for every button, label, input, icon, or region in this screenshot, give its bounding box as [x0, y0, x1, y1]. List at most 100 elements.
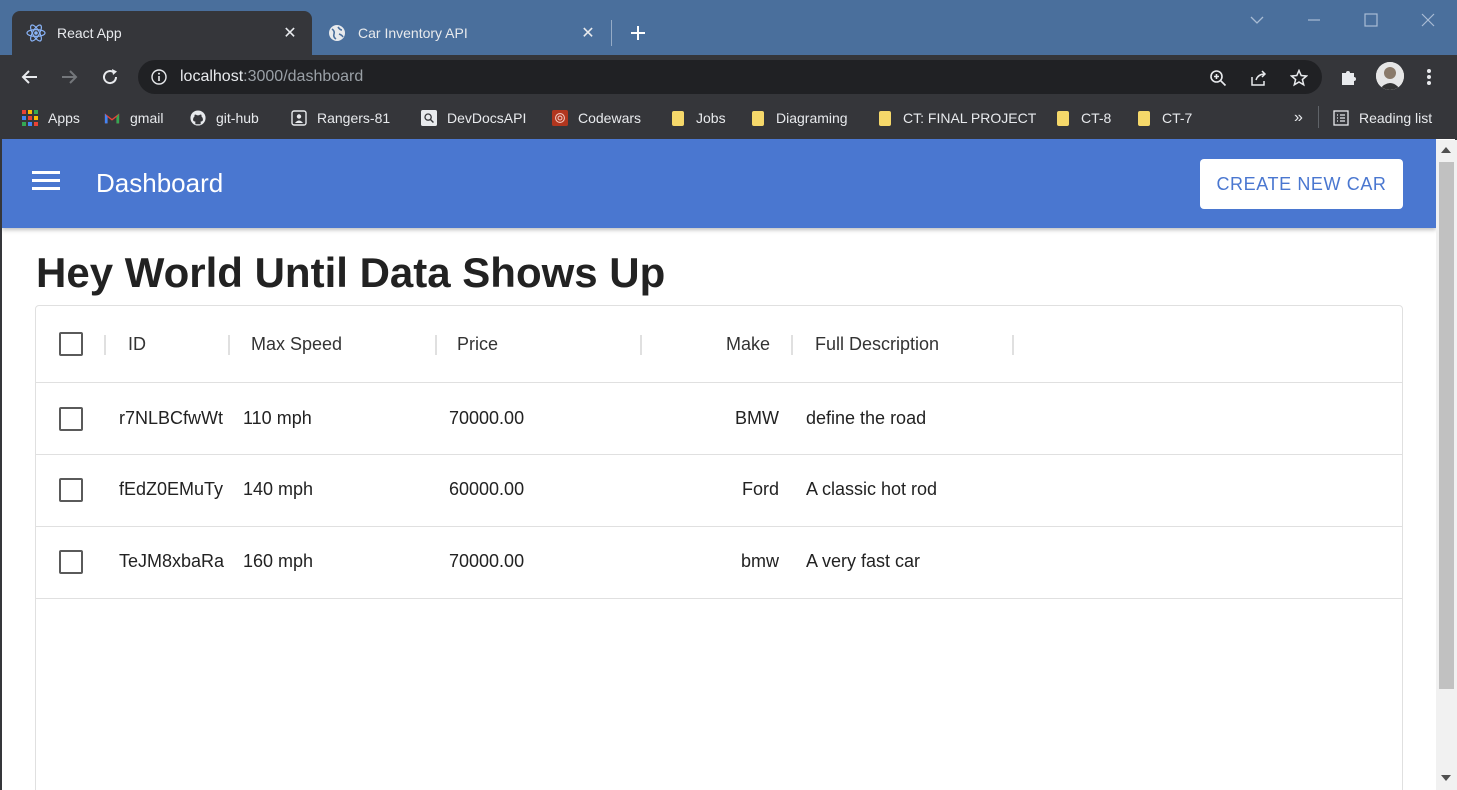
- arrow-right-icon: [62, 70, 78, 84]
- extensions-button[interactable]: [1335, 63, 1363, 91]
- column-separator[interactable]: [1012, 335, 1014, 355]
- grid-header: ID Max Speed Price Make Full Description: [36, 306, 1402, 383]
- cell-make: BMW: [735, 408, 779, 428]
- close-tab-icon[interactable]: ✕: [280, 23, 300, 43]
- table-row[interactable]: fEdZ0EMuTy 140 mph 60000.00 Ford A class…: [36, 455, 1402, 527]
- bookmarks-bar: Apps gmail git-hub Rangers-81 DevDocsAPI…: [0, 99, 1457, 137]
- maximize-button[interactable]: [1351, 5, 1391, 35]
- minimize-button[interactable]: [1294, 5, 1334, 35]
- tab-react-app[interactable]: React App ✕: [12, 11, 312, 55]
- share-icon[interactable]: [1248, 67, 1270, 89]
- bookmark-gmail[interactable]: gmail: [104, 107, 163, 129]
- bookmark-ct-final-project[interactable]: CT: FINAL PROJECT: [877, 107, 1036, 129]
- bookmark-rangers-81[interactable]: Rangers-81: [291, 107, 390, 129]
- bookmark-label: Codewars: [578, 110, 642, 126]
- cell-description: define the road: [806, 408, 927, 428]
- row-checkbox[interactable]: [59, 407, 83, 431]
- profile-avatar[interactable]: [1376, 62, 1404, 90]
- row-checkbox[interactable]: [59, 478, 83, 502]
- bookmark-devdocsapi[interactable]: DevDocsAPI: [421, 107, 526, 129]
- bookmark-ct-7[interactable]: CT-7: [1136, 107, 1192, 129]
- browser-menu-button[interactable]: [1415, 63, 1443, 91]
- table-row[interactable]: TeJM8xbaRa 160 mph 70000.00 bmw A very f…: [36, 527, 1402, 599]
- bookmark-label: CT: FINAL PROJECT: [903, 110, 1037, 126]
- bookmark-git-hub[interactable]: git-hub: [190, 107, 259, 129]
- url-text: localhost:3000/dashboard: [180, 68, 363, 86]
- bookmark-apps[interactable]: Apps: [22, 107, 80, 129]
- page-scrollbar[interactable]: [1436, 140, 1457, 790]
- cell-description: A very fast car: [806, 551, 921, 571]
- tab-car-inventory-api[interactable]: Car Inventory API ✕: [313, 11, 610, 55]
- bookmark-ct-8[interactable]: CT-8: [1055, 107, 1111, 129]
- forward-button[interactable]: [55, 63, 83, 91]
- cell-id: r7NLBCfwWt: [119, 408, 224, 428]
- column-separator[interactable]: [104, 335, 106, 355]
- minimize-icon: [1308, 19, 1320, 21]
- column-header-max-speed[interactable]: Max Speed: [251, 334, 342, 355]
- column-separator[interactable]: [435, 335, 437, 355]
- folder-icon: [877, 110, 893, 126]
- browser-title-bar: React App ✕ Car Inventory API ✕: [0, 0, 1457, 55]
- table-row[interactable]: r7NLBCfwWt 110 mph 70000.00 BMW define t…: [36, 383, 1402, 455]
- menu-icon[interactable]: [32, 171, 60, 195]
- cell-max-speed: 140 mph: [243, 479, 314, 499]
- column-header-price[interactable]: Price: [457, 334, 498, 355]
- arrow-left-icon: [21, 70, 37, 84]
- reading-list-label: Reading list: [1359, 110, 1433, 126]
- column-header-make[interactable]: Make: [642, 334, 770, 355]
- url-host: localhost: [180, 68, 244, 85]
- select-all-checkbox[interactable]: [59, 332, 83, 356]
- scroll-up-arrow-icon[interactable]: [1441, 147, 1451, 153]
- address-bar[interactable]: localhost:3000/dashboard: [138, 60, 1322, 94]
- bookmark-jobs[interactable]: Jobs: [670, 107, 726, 129]
- folder-icon: [1136, 110, 1152, 126]
- new-tab-button[interactable]: [624, 20, 652, 46]
- tab-title: React App: [57, 25, 122, 41]
- folder-icon: [670, 110, 686, 126]
- scroll-down-arrow-icon[interactable]: [1441, 775, 1451, 781]
- scrollbar-thumb[interactable]: [1439, 162, 1454, 689]
- tab-title: Car Inventory API: [358, 25, 468, 41]
- info-icon[interactable]: [151, 69, 167, 85]
- bookmark-label: DevDocsAPI: [447, 110, 527, 126]
- zoom-icon[interactable]: [1207, 67, 1229, 89]
- create-new-car-button[interactable]: CREATE NEW CAR: [1200, 159, 1403, 209]
- tab-divider: [611, 20, 612, 46]
- page-heading: Hey World Until Data Shows Up: [36, 249, 666, 296]
- cell-price: 60000.00: [449, 479, 525, 499]
- reload-button[interactable]: [96, 63, 124, 91]
- reload-icon: [103, 69, 118, 85]
- bookmark-label: CT-7: [1162, 110, 1193, 126]
- cell-make: bmw: [740, 551, 779, 571]
- bookmark-label: Apps: [48, 110, 80, 126]
- close-icon: [1421, 13, 1435, 27]
- close-window-button[interactable]: [1408, 5, 1448, 35]
- tab-search-button[interactable]: [1237, 5, 1277, 35]
- maximize-icon: [1364, 13, 1378, 27]
- url-path: :3000/dashboard: [243, 68, 364, 85]
- bookmark-label: gmail: [130, 110, 164, 126]
- more-vert-icon: [1427, 69, 1431, 85]
- cell-id: fEdZ0EMuTy: [119, 479, 224, 499]
- globe-icon: [327, 23, 347, 43]
- column-header-full-description[interactable]: Full Description: [815, 334, 939, 355]
- cell-price: 70000.00: [449, 408, 525, 428]
- bookmark-diagraming[interactable]: Diagraming: [750, 107, 848, 129]
- bookmarks-overflow-button[interactable]: »: [1294, 107, 1303, 129]
- github-icon: [190, 110, 206, 126]
- codewars-icon: [552, 110, 568, 126]
- row-checkbox[interactable]: [59, 550, 83, 574]
- bookmark-codewars[interactable]: Codewars: [552, 107, 641, 129]
- star-icon[interactable]: [1288, 67, 1310, 89]
- cell-make: Ford: [741, 479, 779, 499]
- reading-list-button[interactable]: Reading list: [1333, 107, 1432, 129]
- close-tab-icon[interactable]: ✕: [578, 23, 598, 43]
- column-header-id[interactable]: ID: [128, 334, 146, 355]
- bookmark-label: Jobs: [696, 110, 726, 126]
- page-viewport: Dashboard CREATE NEW CAR Hey World Until…: [2, 139, 1455, 790]
- plus-icon: [631, 26, 645, 40]
- column-separator[interactable]: [791, 335, 793, 355]
- back-button[interactable]: [16, 63, 44, 91]
- column-separator[interactable]: [228, 335, 230, 355]
- car-data-grid: ID Max Speed Price Make Full Description…: [35, 305, 1403, 790]
